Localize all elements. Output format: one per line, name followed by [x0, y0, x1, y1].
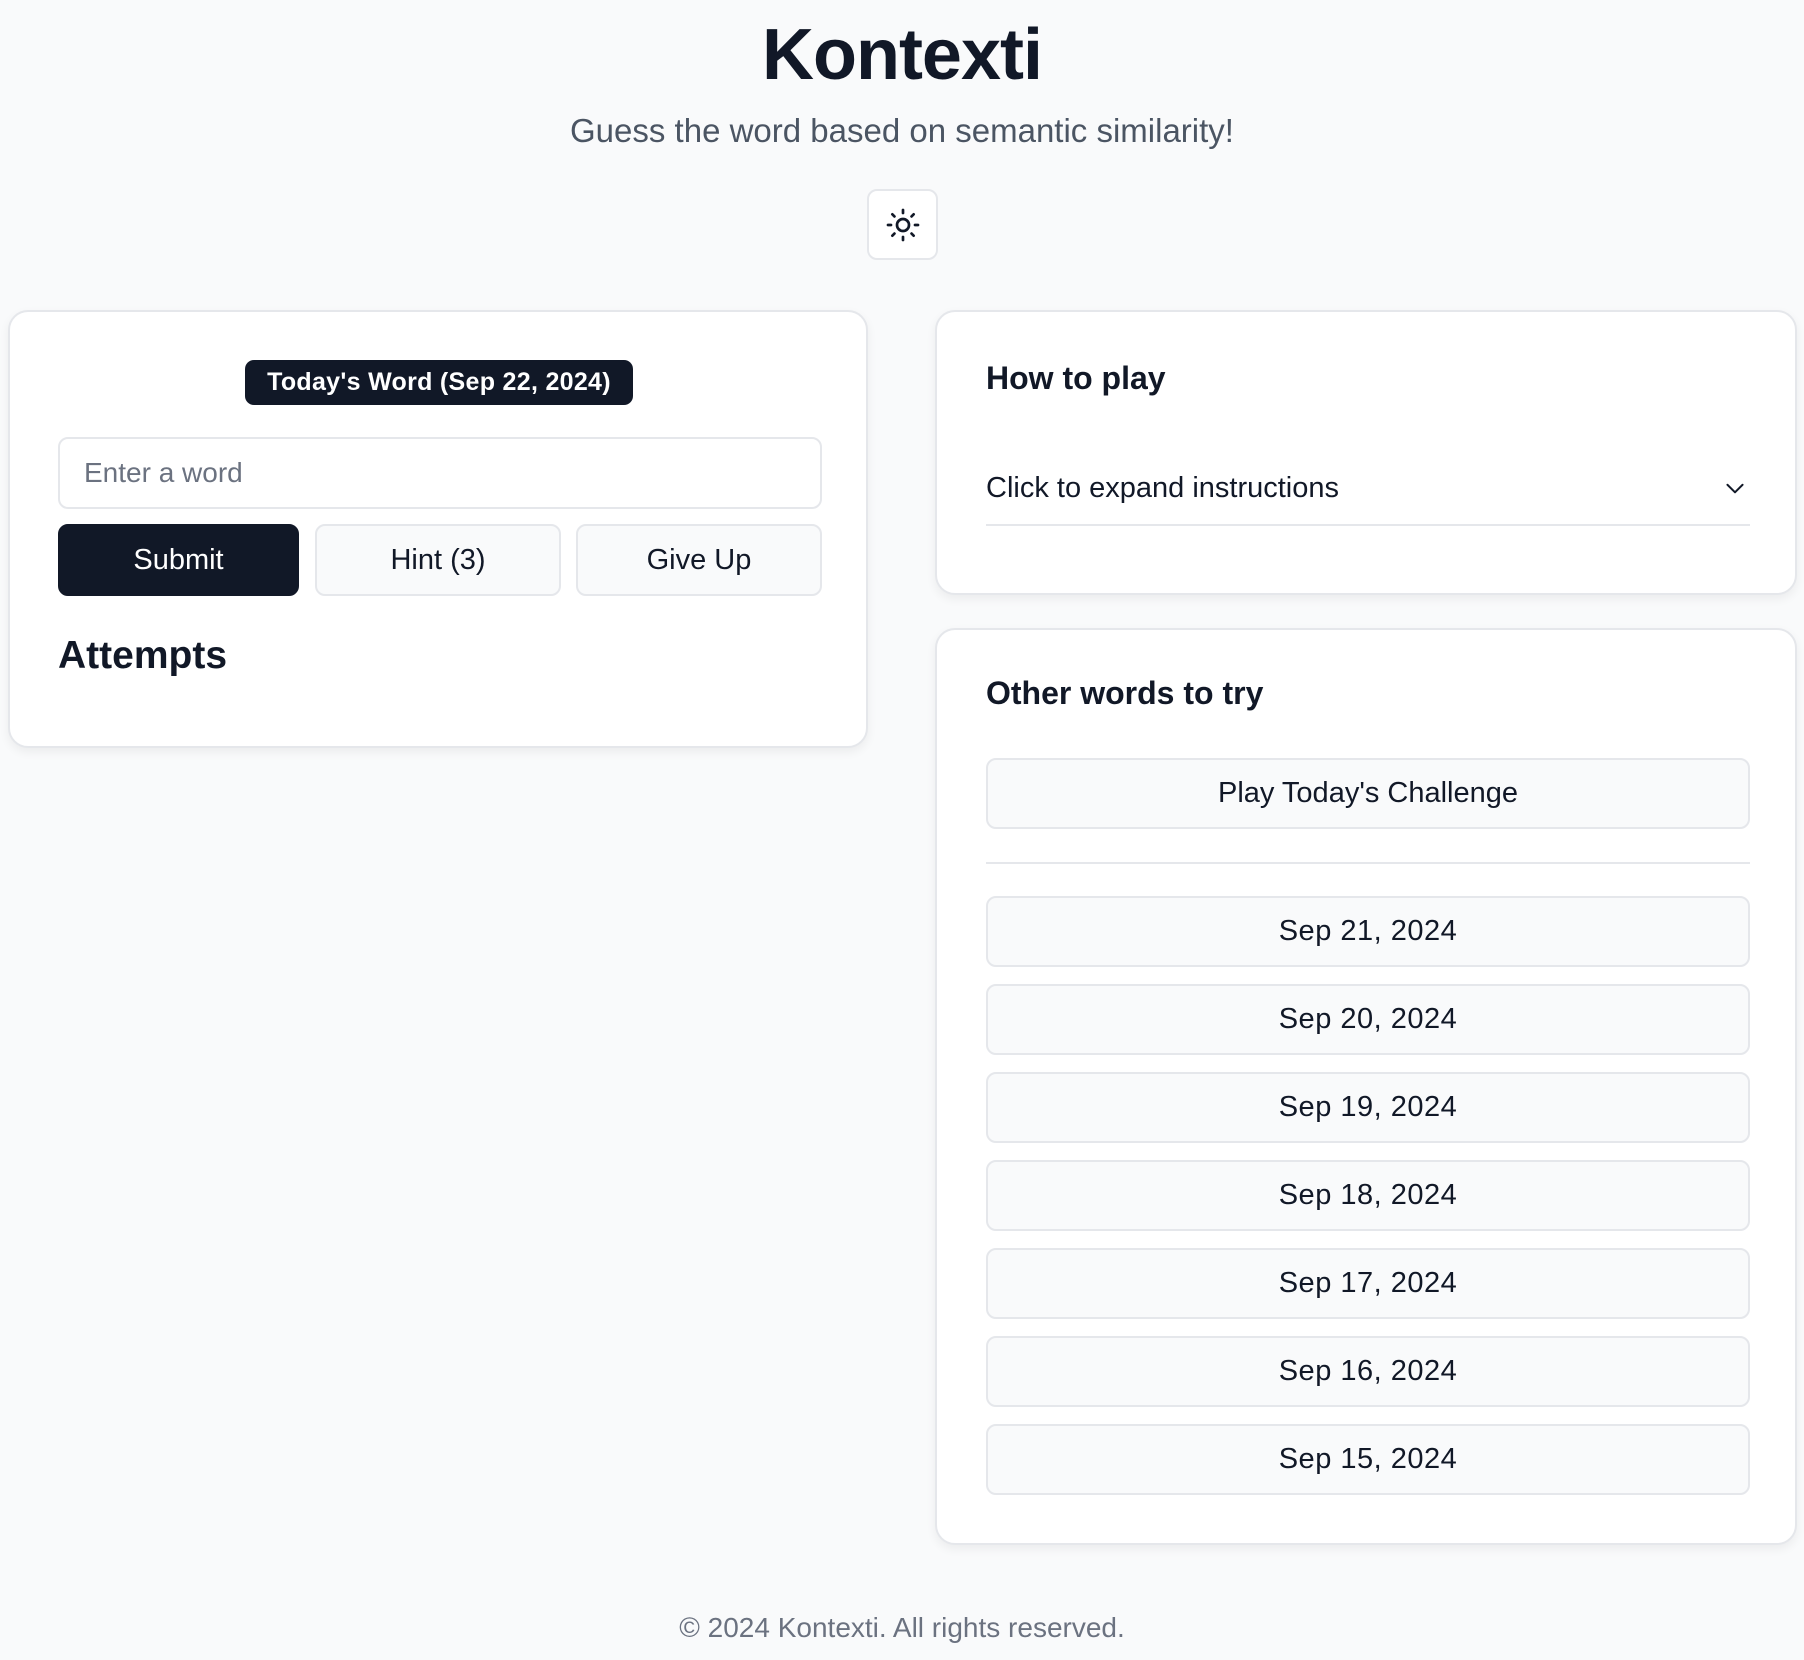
other-words-heading: Other words to try: [986, 675, 1264, 711]
date-button[interactable]: Sep 17, 2024: [986, 1248, 1750, 1319]
how-to-play-card: How to play Click to expand instructions: [935, 310, 1797, 595]
divider: [986, 862, 1750, 864]
date-button[interactable]: Sep 21, 2024: [986, 896, 1750, 967]
play-todays-challenge-button[interactable]: Play Today's Challenge: [986, 758, 1750, 829]
footer-copyright: © 2024 Kontexti. All rights reserved.: [679, 1612, 1125, 1643]
todays-word-badge: Today's Word (Sep 22, 2024): [245, 360, 633, 405]
expand-instructions-toggle[interactable]: Click to expand instructions: [986, 452, 1750, 526]
date-button[interactable]: Sep 19, 2024: [986, 1072, 1750, 1143]
date-button[interactable]: Sep 15, 2024: [986, 1424, 1750, 1495]
word-input[interactable]: [58, 437, 822, 509]
give-up-button[interactable]: Give Up: [576, 524, 822, 596]
date-button[interactable]: Sep 18, 2024: [986, 1160, 1750, 1231]
chevron-down-icon: [1726, 483, 1744, 494]
game-card: Today's Word (Sep 22, 2024) Submit Hint …: [8, 310, 868, 748]
attempts-heading: Attempts: [58, 634, 228, 677]
date-button[interactable]: Sep 20, 2024: [986, 984, 1750, 1055]
date-button[interactable]: Sep 16, 2024: [986, 1336, 1750, 1407]
date-list: Sep 21, 2024 Sep 20, 2024 Sep 19, 2024 S…: [986, 896, 1750, 1512]
sun-icon: [886, 208, 919, 241]
app-title: Kontexti: [762, 15, 1043, 95]
expand-instructions-label: Click to expand instructions: [986, 471, 1339, 504]
how-to-play-heading: How to play: [986, 360, 1166, 396]
app-subtitle: Guess the word based on semantic similar…: [570, 112, 1234, 149]
theme-toggle-button[interactable]: [867, 189, 938, 260]
submit-button[interactable]: Submit: [58, 524, 299, 596]
other-words-card: Other words to try Play Today's Challeng…: [935, 628, 1797, 1545]
hint-button[interactable]: Hint (3): [315, 524, 561, 596]
